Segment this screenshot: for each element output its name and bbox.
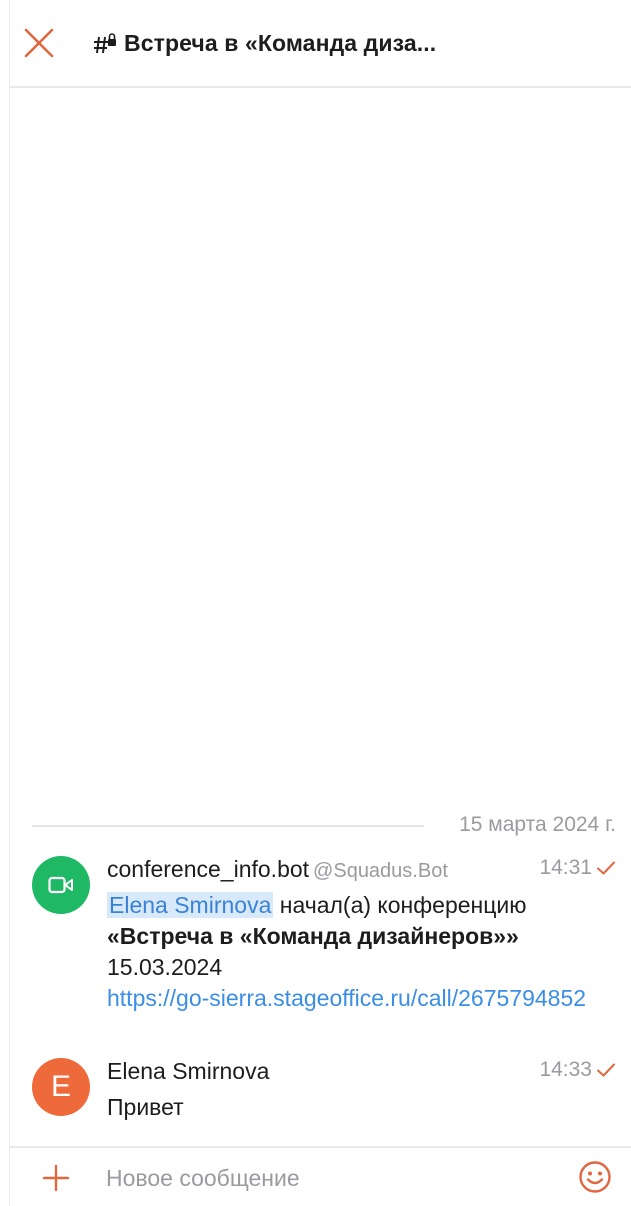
message-meta: 14:33	[539, 1058, 616, 1082]
attach-button[interactable]	[42, 1164, 70, 1192]
sender-name[interactable]: conference_info.bot	[107, 856, 309, 882]
message-input[interactable]	[106, 1158, 556, 1198]
left-frame-edge	[0, 0, 10, 1206]
message-time: 14:31	[539, 856, 592, 879]
chat-screen: Встреча в «Команда диза... 15 марта 2024…	[0, 0, 631, 1206]
sent-check-icon	[597, 861, 615, 875]
conference-name: «Встреча в «Команда дизайнеров»»	[107, 923, 519, 949]
message-body: Elena Smirnova 14:33 Привет	[107, 1058, 622, 1123]
sender-name[interactable]: Elena Smirnova	[107, 1058, 269, 1084]
message-text: Привет	[107, 1094, 184, 1120]
close-button[interactable]	[22, 26, 56, 60]
message-meta: 14:31	[539, 856, 616, 880]
message-body: conference_info.bot @Squadus.Bot 14:31 El…	[107, 856, 622, 1014]
date-separator-label: 15 марта 2024 г.	[459, 813, 616, 836]
message-header: conference_info.bot @Squadus.Bot 14:31	[107, 856, 622, 890]
user-mention[interactable]: Elena Smirnova	[107, 892, 274, 918]
message-time: 14:33	[539, 1058, 592, 1081]
message-composer	[10, 1146, 631, 1206]
chat-title[interactable]: Встреча в «Команда диза...	[124, 30, 436, 57]
date-separator: 15 марта 2024 г.	[32, 812, 622, 840]
message-text-action: начал(а) конференцию	[273, 892, 527, 918]
avatar[interactable]	[32, 856, 90, 914]
close-icon	[24, 28, 54, 58]
conference-date: 15.03.2024	[107, 954, 223, 980]
message-text: Elena Smirnova начал(а) конференцию «Вст…	[107, 890, 622, 1014]
date-separator-line	[32, 825, 424, 827]
sent-check-icon	[597, 1063, 615, 1077]
avatar-letter: E	[50, 1070, 71, 1103]
emoji-button[interactable]	[578, 1160, 612, 1194]
message-header: Elena Smirnova 14:33	[107, 1058, 622, 1092]
channel-hash-lock-icon	[93, 31, 117, 57]
video-camera-icon	[48, 876, 73, 894]
sender-handle: @Squadus.Bot	[313, 860, 448, 882]
emoji-icon	[579, 1161, 611, 1193]
conference-link[interactable]: https://go-sierra.stageoffice.ru/call/26…	[107, 983, 622, 1014]
chat-header: Встреча в «Команда диза...	[10, 0, 631, 88]
avatar[interactable]: E	[32, 1058, 90, 1116]
plus-icon	[42, 1164, 70, 1192]
